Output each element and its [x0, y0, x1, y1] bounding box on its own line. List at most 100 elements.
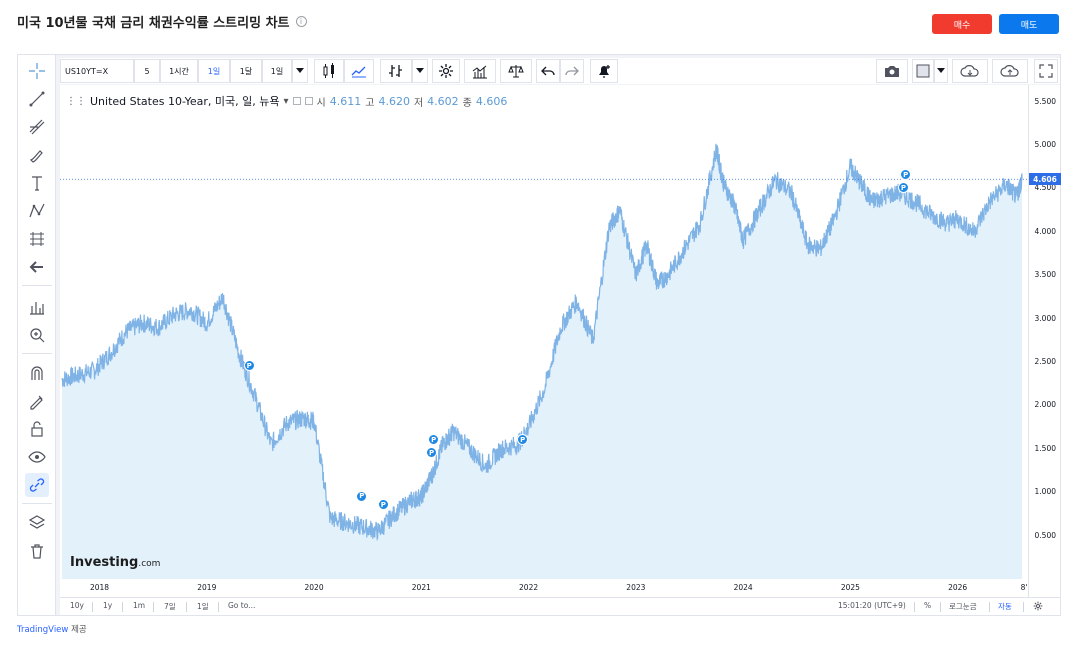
- lock-icon[interactable]: [25, 417, 49, 441]
- measure-icon[interactable]: [25, 295, 49, 319]
- range-7d[interactable]: 7일: [164, 601, 176, 612]
- legend-open-label: 시: [316, 97, 326, 109]
- buy-button[interactable]: 매수: [932, 14, 992, 34]
- time-axis-label: 2024: [733, 583, 753, 592]
- zoom-in-icon[interactable]: [25, 323, 49, 347]
- indicators-icon[interactable]: [464, 59, 496, 83]
- legend-high-value: 4.620: [378, 94, 410, 108]
- compare-dropdown-chevron-icon[interactable]: [412, 59, 428, 83]
- eye-icon[interactable]: [25, 445, 49, 469]
- lock-drawing-icon[interactable]: [25, 389, 49, 413]
- area-chart-icon[interactable]: [344, 59, 374, 83]
- time-axis-label: 2020: [304, 583, 324, 592]
- log-scale-toggle[interactable]: 로그눈금: [949, 601, 977, 612]
- price-axis-label: 3.000: [1034, 313, 1056, 323]
- price-axis-label: 5.500: [1034, 96, 1056, 106]
- trash-icon[interactable]: [25, 539, 49, 563]
- sell-button[interactable]: 매도: [999, 14, 1059, 34]
- time-axis-label: 2022: [519, 583, 539, 592]
- legend-settings-icon[interactable]: [304, 97, 313, 105]
- expand-icon[interactable]: [1034, 59, 1058, 83]
- back-arrow-icon[interactable]: [25, 255, 49, 279]
- percent-toggle[interactable]: %: [924, 601, 931, 610]
- logo-suffix: .com: [138, 559, 161, 569]
- interval-5[interactable]: 5: [134, 59, 160, 83]
- goto-button[interactable]: Go to...: [228, 601, 255, 610]
- legend-dropdown-icon[interactable]: ▾: [284, 96, 289, 107]
- range-1d[interactable]: 1일: [197, 601, 209, 612]
- symbol-search-input[interactable]: US10YT=X: [60, 59, 134, 83]
- event-marker[interactable]: P: [356, 490, 368, 502]
- link-icon[interactable]: [25, 473, 49, 497]
- time-axis-label: 2023: [626, 583, 646, 592]
- clock-time[interactable]: 15:01:20 (UTC+9): [838, 601, 906, 610]
- interval-1m[interactable]: 1달: [230, 59, 262, 83]
- chart-settings-gear-icon[interactable]: [1033, 601, 1043, 613]
- fib-icon[interactable]: [25, 115, 49, 139]
- price-axis-label: 2.000: [1034, 400, 1056, 410]
- layers-icon[interactable]: [25, 511, 49, 535]
- price-axis-label: 2.500: [1034, 357, 1056, 367]
- interval-1h[interactable]: 1시간: [160, 59, 198, 83]
- time-axis-label: 2018: [89, 583, 110, 592]
- compare-scale-icon[interactable]: [500, 59, 532, 83]
- pattern-icon[interactable]: [25, 199, 49, 223]
- alert-icon[interactable]: [590, 59, 618, 83]
- range-1m[interactable]: 1m: [133, 601, 145, 610]
- series-legend: ⋮⋮ United States 10-Year, 미국, 일, 뉴욕 ▾ 시4…: [66, 93, 507, 109]
- cloud-load-icon[interactable]: [952, 59, 988, 83]
- event-marker[interactable]: P: [377, 499, 389, 511]
- footer-credit: TradingView 제공: [17, 623, 87, 635]
- legend-symbol-name: United States 10-Year, 미국, 일, 뉴욕: [90, 95, 280, 108]
- price-axis-label: 1.000: [1034, 487, 1056, 497]
- camera-icon[interactable]: [876, 59, 908, 83]
- fullscreen-window-icon[interactable]: [912, 59, 934, 83]
- tradingview-link[interactable]: TradingView: [17, 625, 68, 635]
- time-axis-label: 2026: [948, 583, 968, 592]
- undo-icon[interactable]: [536, 59, 560, 83]
- brush-icon[interactable]: [25, 143, 49, 167]
- time-axis-label: 2021: [411, 583, 431, 592]
- range-1y[interactable]: 1y: [103, 601, 112, 610]
- layout-dropdown-chevron-icon[interactable]: [934, 59, 948, 83]
- price-chart: [60, 143, 1028, 579]
- range-10y[interactable]: 10y: [70, 601, 84, 610]
- chart-plot-area[interactable]: ⋮⋮ United States 10-Year, 미국, 일, 뉴욕 ▾ 시4…: [60, 85, 1028, 597]
- candles-icon[interactable]: [314, 59, 344, 83]
- legend-close-value: 4.606: [475, 94, 508, 108]
- footer-text: 제공: [71, 625, 87, 635]
- investing-logo: Investing.com: [70, 555, 160, 570]
- legend-visibility-icon[interactable]: [292, 97, 301, 105]
- price-axis[interactable]: 5.500 5.000 4.500 4.000 3.500 3.000 2.500 2.000…: [1028, 85, 1061, 597]
- legend-handle-icon[interactable]: ⋮⋮: [66, 96, 86, 107]
- redo-icon[interactable]: [560, 59, 584, 83]
- interval-1d[interactable]: 1일: [198, 59, 230, 83]
- time-axis[interactable]: 2018 2019 2020 2021 2022 2023 2024 2025 2026 8': [60, 579, 1028, 597]
- auto-scale-toggle[interactable]: 자동: [998, 601, 1012, 612]
- prediction-icon[interactable]: [25, 227, 49, 251]
- price-axis-label: 3.500: [1034, 270, 1056, 280]
- legend-high-label: 고: [365, 97, 375, 109]
- legend-open-value: 4.611: [329, 94, 362, 108]
- series-area-fill: [62, 143, 1022, 579]
- page-title: 미국 10년물 국채 금리 채권수익률 스트리밍 차트 i: [17, 12, 307, 31]
- time-axis-label: 2025: [840, 583, 860, 592]
- text-icon[interactable]: [25, 171, 49, 195]
- legend-low-label: 저: [413, 97, 424, 109]
- interval-dropdown-chevron-icon[interactable]: [292, 59, 308, 83]
- page-title-text: 미국 10년물 국채 금리 채권수익률 스트리밍 차트: [17, 16, 290, 31]
- trend-line-icon[interactable]: [25, 87, 49, 111]
- interval-1d-b[interactable]: 1일: [262, 59, 292, 83]
- magnet-icon[interactable]: [25, 361, 49, 385]
- info-icon[interactable]: i: [295, 16, 307, 27]
- price-axis-label: 4.000: [1034, 226, 1056, 236]
- time-axis-label: 2019: [197, 583, 217, 592]
- compare-icon[interactable]: [380, 59, 412, 83]
- time-axis-label: 8': [1020, 583, 1028, 592]
- crosshair-icon[interactable]: [25, 59, 49, 83]
- logo-main: Investing: [70, 555, 139, 570]
- settings-gear-icon[interactable]: [432, 59, 460, 83]
- cloud-save-icon[interactable]: [992, 59, 1028, 83]
- left-drawing-toolbar: [18, 55, 56, 615]
- legend-low-value: 4.602: [427, 94, 459, 108]
